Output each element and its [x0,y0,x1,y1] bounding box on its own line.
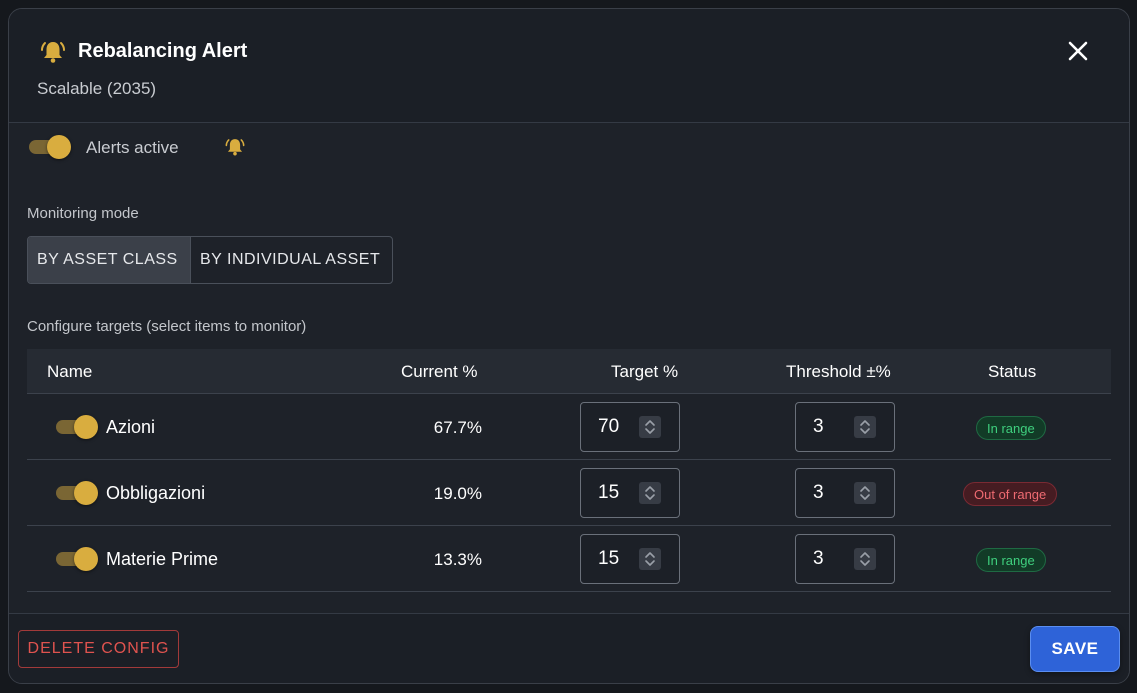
table-header: Name Current % Target % Threshold ±% Sta… [27,349,1111,394]
threshold-input[interactable]: 3 [795,402,895,452]
current-percent: 13.3% [433,550,482,569]
bell-icon [41,42,65,63]
toggle-knob [74,481,98,505]
threshold-value: 3 [813,416,824,437]
threshold-input[interactable]: 3 [795,534,895,584]
toggle-knob [74,547,98,571]
alerts-active-label: Alerts active [86,138,179,157]
table-row: Materie Prime 13.3% 15 3 In range [27,526,1111,592]
toggle-knob [47,135,71,159]
asset-name: Azioni [106,417,156,437]
spinner-icon[interactable] [854,416,876,438]
target-percent-input[interactable]: 15 [580,534,680,584]
spinner-icon[interactable] [639,548,661,570]
table-row: Obbligazioni 19.0% 15 3 Out of range [27,460,1111,526]
spinner-icon[interactable] [854,548,876,570]
delete-config-button[interactable]: DELETE CONFIG [18,630,179,668]
mode-by-asset-class-button[interactable]: BY ASSET CLASS [28,237,191,283]
row-enable-toggle[interactable] [54,414,98,440]
close-icon[interactable] [1064,37,1092,65]
bell-icon [225,139,245,156]
column-header-current: Current % [401,362,478,381]
threshold-value: 3 [813,482,824,503]
row-enable-toggle[interactable] [54,546,98,572]
threshold-input[interactable]: 3 [795,468,895,518]
monitoring-mode-toggle: BY ASSET CLASS BY INDIVIDUAL ASSET [27,236,393,284]
dialog-header: Rebalancing Alert Scalable (2035) [9,9,1129,123]
threshold-value: 3 [813,548,824,569]
column-header-threshold: Threshold ±% [786,362,891,381]
target-percent-input[interactable]: 15 [580,468,680,518]
spinner-icon[interactable] [639,482,661,504]
column-header-target: Target % [611,362,679,381]
mode-by-individual-asset-button[interactable]: BY INDIVIDUAL ASSET [191,237,392,283]
asset-name: Obbligazioni [106,483,206,503]
target-percent-input[interactable]: 70 [580,402,680,452]
status-badge: Out of range [963,482,1058,506]
target-percent-value: 15 [598,482,620,503]
monitoring-mode-label: Monitoring mode [27,205,139,222]
current-percent: 19.0% [433,484,482,503]
status-badge: In range [976,416,1046,440]
asset-name: Materie Prime [106,549,219,569]
column-header-name: Name [47,362,93,381]
table-row: Azioni 67.7% 70 3 In range [27,394,1111,460]
spinner-icon[interactable] [639,416,661,438]
targets-label: Configure targets (select items to monit… [27,318,307,335]
spinner-icon[interactable] [854,482,876,504]
dialog-footer: DELETE CONFIG SAVE [9,613,1129,683]
alerts-active-toggle[interactable] [27,134,71,160]
row-enable-toggle[interactable] [54,480,98,506]
current-percent: 67.7% [433,418,482,437]
status-badge: In range [976,548,1046,572]
rebalancing-alert-dialog: Rebalancing Alert Scalable (2035) Alerts… [8,8,1130,684]
targets-table: Name Current % Target % Threshold ±% Sta… [27,349,1111,592]
dialog-title: Rebalancing Alert [78,40,248,62]
dialog-subtitle: Scalable (2035) [37,79,157,98]
save-button[interactable]: SAVE [1030,626,1120,672]
target-percent-value: 15 [598,548,620,569]
toggle-knob [74,415,98,439]
column-header-status: Status [988,362,1037,381]
target-percent-value: 70 [598,416,620,437]
